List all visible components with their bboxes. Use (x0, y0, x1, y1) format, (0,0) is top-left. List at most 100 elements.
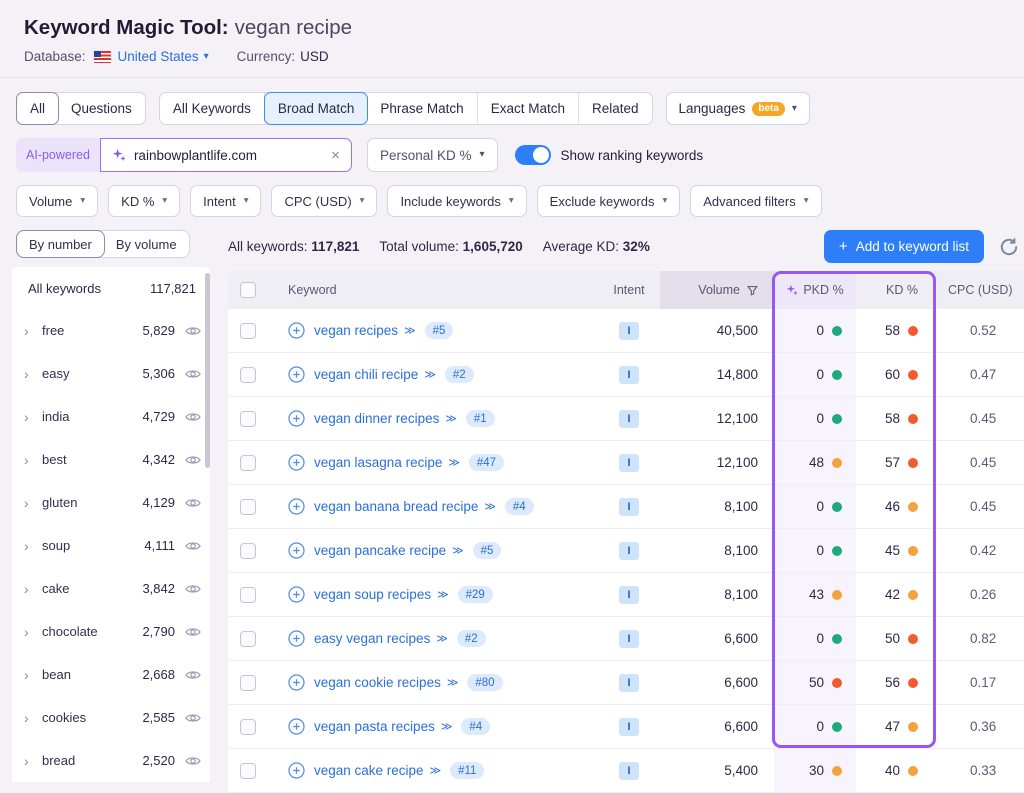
eye-icon[interactable] (184, 580, 202, 598)
add-keyword-icon[interactable] (288, 542, 305, 559)
clear-input-icon[interactable]: × (331, 147, 340, 164)
add-keyword-icon[interactable] (288, 630, 305, 647)
expand-arrows-icon[interactable]: ≫ (447, 676, 459, 689)
keyword-group-row[interactable]: › chocolate 2,790 (12, 610, 210, 653)
sidebar-scrollbar[interactable] (205, 273, 210, 468)
database-selector[interactable]: United States ▾ (118, 49, 209, 64)
header-pkd[interactable]: PKD % (774, 271, 856, 309)
add-keyword-icon[interactable] (288, 586, 305, 603)
filter-cpc-dropdown[interactable]: CPC (USD)▾ (271, 185, 377, 217)
row-checkbox[interactable] (240, 455, 256, 471)
tab-broad-match[interactable]: Broad Match (264, 92, 369, 125)
expand-arrows-icon[interactable]: ≫ (484, 500, 496, 513)
filter-intent-dropdown[interactable]: Intent▾ (190, 185, 261, 217)
personal-kd-dropdown[interactable]: Personal KD % ▾ (367, 138, 498, 172)
add-keyword-icon[interactable] (288, 718, 305, 735)
tab-exact-match[interactable]: Exact Match (478, 93, 579, 124)
filter-kd-dropdown[interactable]: KD %▾ (108, 185, 180, 217)
eye-icon[interactable] (184, 365, 202, 383)
refresh-icon[interactable] (998, 236, 1020, 258)
domain-input[interactable]: rainbowplantlife.com × (100, 138, 352, 172)
keyword-group-row[interactable]: › gluten 4,129 (12, 481, 210, 524)
filter-exclude-keywords-dropdown[interactable]: Exclude keywords▾ (537, 185, 681, 217)
header-intent[interactable]: Intent (598, 271, 660, 309)
expand-arrows-icon[interactable]: ≫ (441, 720, 453, 733)
keyword-link[interactable]: vegan lasagna recipe (314, 455, 442, 470)
row-checkbox[interactable] (240, 631, 256, 647)
keyword-link[interactable]: vegan pasta recipes (314, 719, 435, 734)
row-checkbox[interactable] (240, 323, 256, 339)
eye-icon[interactable] (184, 322, 202, 340)
pkd-value: 0 (816, 367, 824, 382)
row-checkbox[interactable] (240, 499, 256, 515)
tab-all[interactable]: All (16, 92, 59, 125)
keyword-group-row[interactable]: › easy 5,306 (12, 352, 210, 395)
header-kd[interactable]: KD % (856, 271, 934, 309)
header-volume[interactable]: Volume (660, 271, 774, 309)
add-keyword-icon[interactable] (288, 366, 305, 383)
add-keyword-icon[interactable] (288, 498, 305, 515)
keyword-group-row[interactable]: › india 4,729 (12, 395, 210, 438)
expand-arrows-icon[interactable]: ≫ (452, 544, 464, 557)
eye-icon[interactable] (184, 451, 202, 469)
keyword-link[interactable]: vegan cake recipe (314, 763, 424, 778)
add-keyword-icon[interactable] (288, 410, 305, 427)
ranking-keywords-toggle[interactable] (515, 145, 551, 165)
row-checkbox[interactable] (240, 543, 256, 559)
eye-icon[interactable] (184, 752, 202, 770)
languages-dropdown[interactable]: Languages beta ▾ (666, 92, 810, 125)
keyword-link[interactable]: vegan pancake recipe (314, 543, 446, 558)
keyword-group-row[interactable]: › bread 2,520 (12, 739, 210, 782)
expand-arrows-icon[interactable]: ≫ (445, 412, 457, 425)
keyword-group-row[interactable]: › bean 2,668 (12, 653, 210, 696)
keyword-link[interactable]: vegan recipes (314, 323, 398, 338)
add-keyword-icon[interactable] (288, 762, 305, 779)
keyword-group-row[interactable]: › soup 4,111 (12, 524, 210, 567)
keyword-link[interactable]: easy vegan recipes (314, 631, 430, 646)
expand-arrows-icon[interactable]: ≫ (404, 324, 416, 337)
eye-icon[interactable] (184, 494, 202, 512)
add-keyword-icon[interactable] (288, 674, 305, 691)
row-checkbox[interactable] (240, 675, 256, 691)
eye-icon[interactable] (184, 408, 202, 426)
row-checkbox[interactable] (240, 763, 256, 779)
header-cpc[interactable]: CPC (USD) (934, 271, 1024, 309)
keyword-group-row[interactable]: › best 4,342 (12, 438, 210, 481)
eye-icon[interactable] (184, 709, 202, 727)
eye-icon[interactable] (184, 666, 202, 684)
tab-all-keywords[interactable]: All Keywords (160, 93, 265, 124)
row-checkbox[interactable] (240, 719, 256, 735)
all-keywords-row[interactable]: All keywords 117,821 (12, 267, 210, 309)
expand-arrows-icon[interactable]: ≫ (430, 764, 442, 777)
row-checkbox[interactable] (240, 411, 256, 427)
keyword-link[interactable]: vegan chili recipe (314, 367, 418, 382)
expand-arrows-icon[interactable]: ≫ (437, 588, 449, 601)
expand-arrows-icon[interactable]: ≫ (436, 632, 448, 645)
add-keyword-icon[interactable] (288, 322, 305, 339)
filter-volume-dropdown[interactable]: Volume▾ (16, 185, 98, 217)
keyword-link[interactable]: vegan soup recipes (314, 587, 431, 602)
keyword-link[interactable]: vegan banana bread recipe (314, 499, 478, 514)
filter-advanced-dropdown[interactable]: Advanced filters▾ (690, 185, 821, 217)
eye-icon[interactable] (184, 537, 202, 555)
by-volume-button[interactable]: By volume (104, 231, 189, 257)
keyword-link[interactable]: vegan cookie recipes (314, 675, 441, 690)
keyword-group-row[interactable]: › cake 3,842 (12, 567, 210, 610)
select-all-checkbox[interactable] (240, 282, 256, 298)
keyword-group-row[interactable]: › cookies 2,585 (12, 696, 210, 739)
tab-phrase-match[interactable]: Phrase Match (367, 93, 477, 124)
add-keyword-icon[interactable] (288, 454, 305, 471)
keyword-link[interactable]: vegan dinner recipes (314, 411, 439, 426)
header-keyword[interactable]: Keyword (268, 271, 598, 309)
row-checkbox[interactable] (240, 587, 256, 603)
tab-related[interactable]: Related (579, 93, 652, 124)
row-checkbox[interactable] (240, 367, 256, 383)
add-to-keyword-list-button[interactable]: + Add to keyword list (824, 230, 984, 263)
expand-arrows-icon[interactable]: ≫ (448, 456, 460, 469)
expand-arrows-icon[interactable]: ≫ (424, 368, 436, 381)
eye-icon[interactable] (184, 623, 202, 641)
filter-include-keywords-dropdown[interactable]: Include keywords▾ (387, 185, 526, 217)
keyword-group-row[interactable]: › free 5,829 (12, 309, 210, 352)
by-number-button[interactable]: By number (16, 230, 105, 258)
tab-questions[interactable]: Questions (58, 93, 145, 124)
